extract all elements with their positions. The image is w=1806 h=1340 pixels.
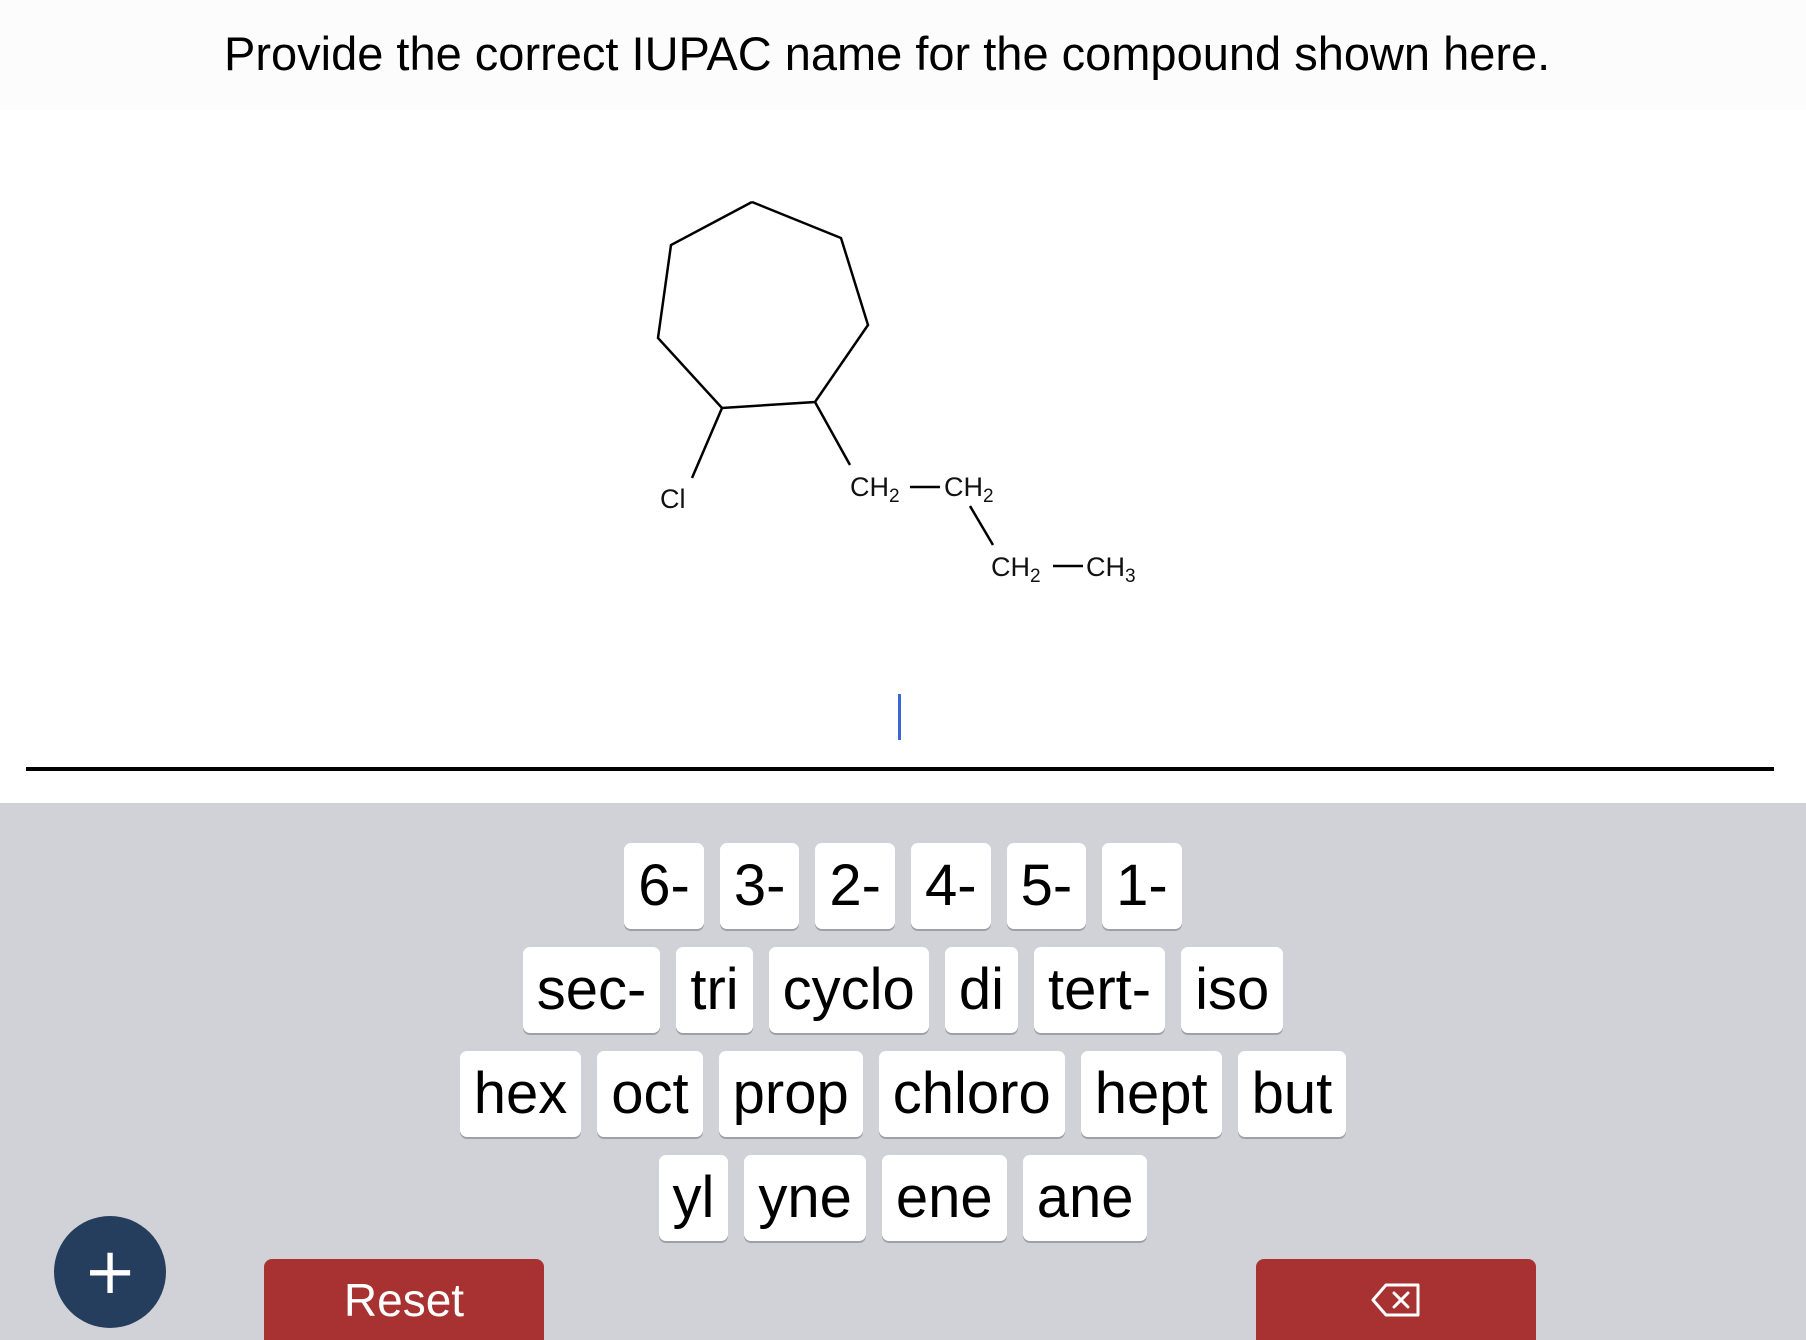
plus-icon: + [83, 1235, 137, 1309]
key-yl[interactable]: yl [658, 1155, 729, 1241]
key-ene[interactable]: ene [881, 1155, 1007, 1241]
molecule-drawing: Cl CH2 CH2 CH2 CH3 [656, 200, 1136, 587]
question-header: Provide the correct IUPAC name for the c… [0, 0, 1806, 110]
atom-ch2-3: CH2 [991, 552, 1041, 587]
atom-ch2-1: CH2 [850, 472, 900, 507]
keyboard-row-roots: hex oct prop chloro hept but [0, 1051, 1806, 1137]
key-yne[interactable]: yne [744, 1155, 866, 1241]
backspace-button[interactable] [1256, 1259, 1536, 1340]
molecule-structure: Cl CH2 CH2 CH2 CH3 [0, 110, 1806, 670]
bond-cl [690, 407, 724, 479]
keyboard-row-prefixes: sec- tri cyclo di tert- iso [0, 947, 1806, 1033]
key-tert[interactable]: tert- [1033, 947, 1166, 1033]
answer-field[interactable] [26, 767, 1774, 771]
cycloheptane-ring [656, 200, 870, 410]
key-sec[interactable]: sec- [522, 947, 661, 1033]
key-3[interactable]: 3- [719, 843, 800, 929]
key-iso[interactable]: iso [1181, 947, 1284, 1033]
key-di[interactable]: di [944, 947, 1018, 1033]
atom-ch3: CH3 [1086, 552, 1136, 587]
key-4[interactable]: 4- [911, 843, 991, 929]
atom-ch2-2: CH2 [944, 472, 994, 507]
keyboard-row-locants: 6- 3- 2- 4- 5- 1- [0, 843, 1806, 929]
key-tri[interactable]: tri [676, 947, 753, 1033]
key-1[interactable]: 1- [1102, 843, 1182, 929]
key-2[interactable]: 2- [815, 843, 895, 929]
bond-chain [813, 401, 852, 466]
key-hex[interactable]: hex [459, 1051, 582, 1137]
atom-cl: Cl [660, 484, 686, 514]
key-oct[interactable]: oct [597, 1051, 703, 1137]
add-button[interactable]: + [54, 1216, 166, 1328]
key-chloro[interactable]: chloro [878, 1051, 1065, 1137]
backspace-icon [1371, 1283, 1420, 1316]
question-prompt: Provide the correct IUPAC name for the c… [224, 27, 1551, 80]
key-but[interactable]: but [1237, 1051, 1347, 1137]
reset-button[interactable]: Reset [264, 1259, 544, 1340]
key-hept[interactable]: hept [1080, 1051, 1222, 1137]
key-6[interactable]: 6- [624, 843, 704, 929]
key-prop[interactable]: prop [718, 1051, 863, 1137]
key-ane[interactable]: ane [1022, 1155, 1148, 1241]
key-5[interactable]: 5- [1006, 843, 1087, 929]
keyboard-row-suffixes: yl yne ene ane [0, 1155, 1806, 1241]
bond-ch2-ch2-lower [968, 505, 995, 546]
key-cyclo[interactable]: cyclo [768, 947, 929, 1033]
text-cursor [898, 694, 901, 740]
